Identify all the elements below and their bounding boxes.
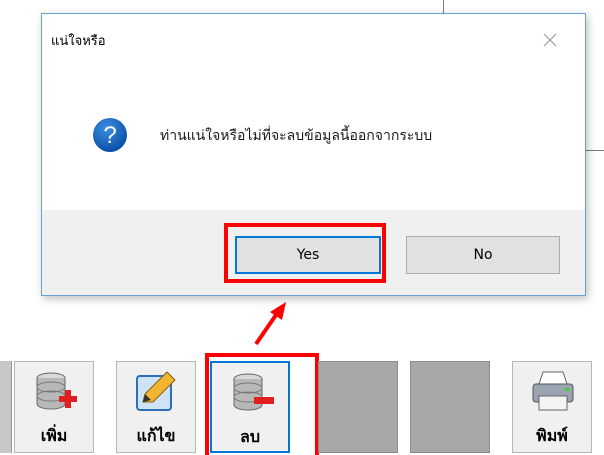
yes-highlight-box: [224, 223, 386, 283]
print-button-label: พิมพ์: [536, 426, 568, 445]
add-button-label: เพิ่ม: [40, 426, 68, 445]
delete-highlight-box: [205, 353, 319, 455]
print-button[interactable]: พิมพ์: [512, 361, 592, 453]
edit-pencil-icon: [136, 371, 176, 411]
svg-text:?: ?: [103, 122, 116, 149]
background-window-edge-h: [585, 150, 604, 151]
edit-button-label: แก้ไข: [136, 426, 176, 445]
dialog-message: ท่านแน่ใจหรือไม่ที่จะลบข้อมูลนี้ออกจากระ…: [160, 128, 433, 144]
toolbar-left-edge: [0, 361, 12, 453]
dialog-title: แน่ใจหรือ: [51, 34, 106, 49]
red-arrow-icon: [254, 302, 286, 346]
add-button[interactable]: เพิ่ม: [14, 361, 94, 453]
question-icon: ?: [93, 118, 127, 152]
database-add-icon: [36, 372, 77, 410]
edit-button[interactable]: แก้ไข: [116, 361, 196, 453]
toolbar-blank-slot: [318, 361, 398, 453]
close-button[interactable]: [536, 26, 564, 54]
no-button[interactable]: No: [406, 236, 560, 274]
printer-icon: [532, 371, 574, 411]
close-icon: [543, 33, 557, 47]
toolbar-blank-slot: [410, 361, 490, 453]
